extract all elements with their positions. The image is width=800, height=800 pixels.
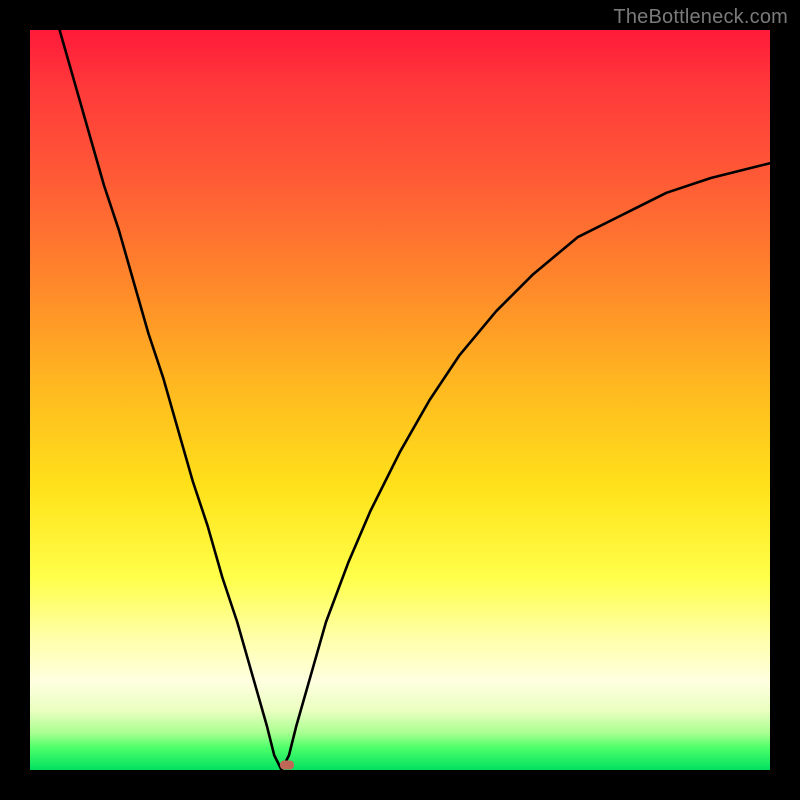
chart-frame: TheBottleneck.com: [0, 0, 800, 800]
minimum-marker: [280, 760, 294, 769]
plot-area: [30, 30, 770, 770]
curve-left-branch: [60, 30, 282, 770]
curve-right-branch: [282, 163, 770, 770]
watermark-text: TheBottleneck.com: [613, 6, 788, 29]
bottleneck-curve: [30, 30, 770, 770]
